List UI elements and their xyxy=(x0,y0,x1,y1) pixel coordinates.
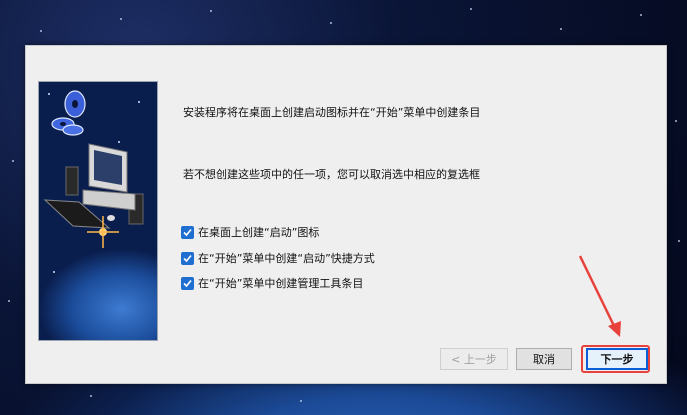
red-arrow-icon xyxy=(578,255,621,337)
